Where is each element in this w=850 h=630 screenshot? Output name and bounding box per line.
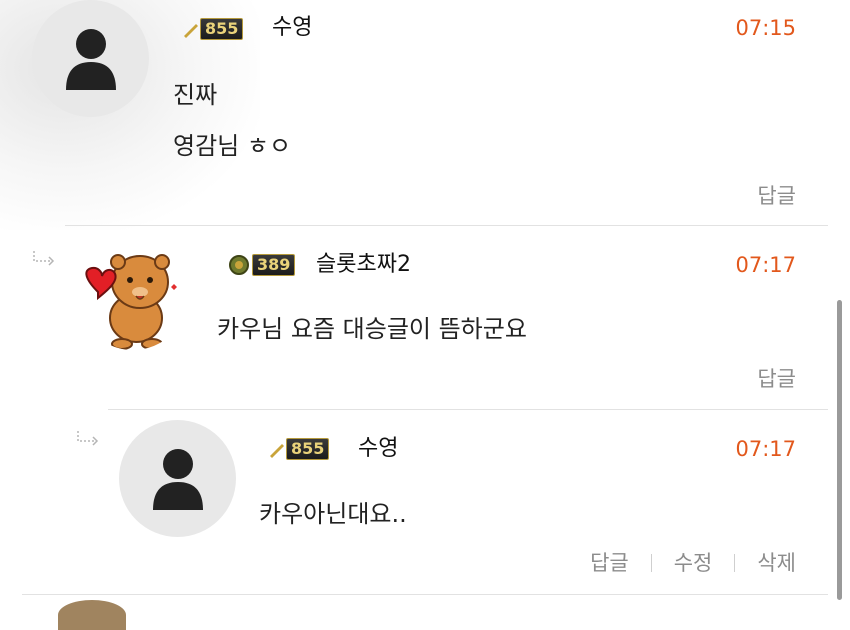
reply-button[interactable]: 답글 [590,549,629,577]
pencil-icon [270,444,284,458]
action-separator [650,554,652,572]
comment-actions: 답글 [757,365,796,393]
comment-item: 855 수영 07:15 진짜 영감님 ㅎㅇ 답글 [0,0,850,225]
bear-heart-sticker-icon [85,242,177,350]
reply-button[interactable]: 답글 [757,182,796,210]
laurel-wreath-icon [229,255,249,275]
action-separator [734,554,736,572]
edit-button[interactable]: 수정 [674,549,713,577]
timestamp: 07:17 [735,253,796,277]
level-badge: 855 [182,18,244,40]
nickname[interactable]: 슬롯초짜2 [316,251,411,279]
level-badge: 855 [268,438,330,460]
comment-item: 855 수영 07:17 카우아닌대요.. 답글 수정 삭제 [0,410,850,594]
next-avatar-partial[interactable] [58,600,126,630]
reply-arrow-icon [77,431,99,446]
timestamp: 07:15 [735,16,796,40]
comment-text-line: 진짜 [173,81,218,109]
comment-text-line: 영감님 ㅎㅇ [173,132,292,160]
divider [22,594,828,595]
comment-item: 389 슬롯초짜2 07:17 카우님 요즘 대승글이 뜸하군요 답글 [0,226,850,410]
delete-button[interactable]: 삭제 [757,549,796,577]
nickname[interactable]: 수영 [358,435,398,463]
default-user-icon [65,28,116,90]
pencil-icon [184,24,198,38]
level-number: 855 [286,438,330,460]
avatar[interactable] [119,420,236,537]
level-number: 389 [252,254,296,276]
nickname[interactable]: 수영 [272,14,312,42]
timestamp: 07:17 [735,437,796,461]
avatar[interactable] [78,240,188,350]
comment-text-line: 카우님 요즘 대승글이 뜸하군요 [217,315,527,343]
scrollbar[interactable] [837,300,842,600]
avatar[interactable] [32,0,149,117]
level-number: 855 [200,18,244,40]
reply-button[interactable]: 답글 [757,365,796,393]
reply-arrow-icon [33,251,55,266]
comment-actions: 답글 [757,182,796,210]
comment-actions: 답글 수정 삭제 [590,549,796,577]
default-user-icon [152,448,203,510]
level-badge: 389 [226,254,296,276]
comment-text-line: 카우아닌대요.. [259,500,407,528]
